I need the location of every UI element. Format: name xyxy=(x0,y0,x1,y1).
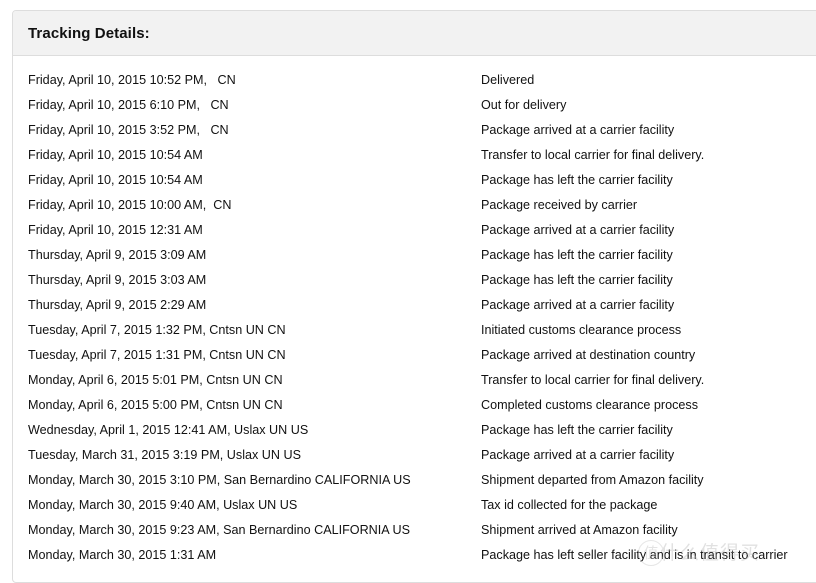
event-date: Friday, April 10, 2015 10:54 AM xyxy=(28,148,203,162)
tracking-event-row: Friday, April 10, 2015 10:54 AM Transfer … xyxy=(13,143,816,168)
tracking-event-row: Tuesday, April 7, 2015 1:32 PM, Cntsn UN… xyxy=(13,318,816,343)
event-date: Thursday, April 9, 2015 3:03 AM xyxy=(28,273,207,287)
tracking-event-row: Tuesday, April 7, 2015 1:31 PM, Cntsn UN… xyxy=(13,343,816,368)
tracking-event-row: Monday, March 30, 2015 1:31 AM Package ha… xyxy=(13,543,816,568)
tracking-event-row: Monday, March 30, 2015 9:40 AM, Uslax UN… xyxy=(13,493,816,518)
tracking-event-row: Wednesday, April 1, 2015 12:41 AM, Uslax… xyxy=(13,418,816,443)
event-date: Friday, April 10, 2015 10:00 AM, CN xyxy=(28,198,232,212)
event-date: Monday, March 30, 2015 3:10 PM, San Bern… xyxy=(28,473,411,487)
event-status: Package arrived at a carrier facility xyxy=(481,448,675,462)
tracking-event-row: Friday, April 10, 2015 6:10 PM, CN Out fo… xyxy=(13,93,816,118)
event-date: Tuesday, April 7, 2015 1:31 PM, Cntsn UN… xyxy=(28,348,286,362)
event-date: Tuesday, April 7, 2015 1:32 PM, Cntsn UN… xyxy=(28,323,286,337)
event-status: Package arrived at destination country xyxy=(481,348,696,362)
tracking-event-row: Friday, April 10, 2015 3:52 PM, CN Packag… xyxy=(13,118,816,143)
event-status: Package has left seller facility and is … xyxy=(481,548,788,562)
tracking-event-row: Monday, March 30, 2015 9:23 AM, San Bern… xyxy=(13,518,816,543)
tracking-event-row: Friday, April 10, 2015 10:00 AM, CN Packa… xyxy=(13,193,816,218)
event-date: Thursday, April 9, 2015 3:09 AM xyxy=(28,248,207,262)
event-status: Package arrived at a carrier facility xyxy=(481,298,675,312)
event-date: Friday, April 10, 2015 10:54 AM xyxy=(28,173,203,187)
event-date: Thursday, April 9, 2015 2:29 AM xyxy=(28,298,207,312)
event-status: Shipment arrived at Amazon facility xyxy=(481,523,678,537)
event-date: Friday, April 10, 2015 12:31 AM xyxy=(28,223,203,237)
event-status: Tax id collected for the package xyxy=(481,498,658,512)
event-status: Initiated customs clearance process xyxy=(481,323,682,337)
event-status: Package has left the carrier facility xyxy=(481,423,673,437)
event-date: Monday, March 30, 2015 9:23 AM, San Bern… xyxy=(28,523,410,537)
event-status: Package received by carrier xyxy=(481,198,638,212)
event-status: Package has left the carrier facility xyxy=(481,273,673,287)
event-status: Package has left the carrier facility xyxy=(481,173,673,187)
event-status: Package has left the carrier facility xyxy=(481,248,673,262)
event-date: Friday, April 10, 2015 6:10 PM, CN xyxy=(28,98,229,112)
event-status: Transfer to local carrier for final deli… xyxy=(481,373,705,387)
event-date: Monday, March 30, 2015 1:31 AM xyxy=(28,548,217,562)
event-status: Transfer to local carrier for final deli… xyxy=(481,148,705,162)
event-date: Wednesday, April 1, 2015 12:41 AM, Uslax… xyxy=(28,423,309,437)
event-date: Monday, April 6, 2015 5:00 PM, Cntsn UN … xyxy=(28,398,283,412)
tracking-event-row: Tuesday, March 31, 2015 3:19 PM, Uslax U… xyxy=(13,443,816,468)
event-date: Friday, April 10, 2015 10:52 PM, CN xyxy=(28,73,236,87)
event-date: Monday, April 6, 2015 5:01 PM, Cntsn UN … xyxy=(28,373,283,387)
event-status: Package arrived at a carrier facility xyxy=(481,123,675,137)
tracking-event-row: Monday, March 30, 2015 3:10 PM, San Bern… xyxy=(13,468,816,493)
tracking-event-row: Thursday, April 9, 2015 3:03 AM Package h… xyxy=(13,268,816,293)
event-date: Tuesday, March 31, 2015 3:19 PM, Uslax U… xyxy=(28,448,301,462)
tracking-event-row: Friday, April 10, 2015 12:31 AM Package a… xyxy=(13,218,816,243)
tracking-event-row: Monday, April 6, 2015 5:01 PM, Cntsn UN … xyxy=(13,368,816,393)
tracking-details-panel: Tracking Details: Friday, April 10, 2015… xyxy=(12,10,816,583)
event-status: Delivered xyxy=(481,73,535,87)
panel-header: Tracking Details: xyxy=(13,11,816,56)
tracking-event-row: Friday, April 10, 2015 10:54 AM Package h… xyxy=(13,168,816,193)
tracking-event-row: Monday, April 6, 2015 5:00 PM, Cntsn UN … xyxy=(13,393,816,418)
page-title: Tracking Details: xyxy=(28,24,150,42)
event-date: Monday, March 30, 2015 9:40 AM, Uslax UN… xyxy=(28,498,298,512)
event-status: Completed customs clearance process xyxy=(481,398,698,412)
tracking-event-row: Thursday, April 9, 2015 3:09 AM Package h… xyxy=(13,243,816,268)
tracking-event-row: Friday, April 10, 2015 10:52 PM, CN Deliv… xyxy=(13,68,816,93)
event-status: Out for delivery xyxy=(481,98,567,112)
event-date: Friday, April 10, 2015 3:52 PM, CN xyxy=(28,123,229,137)
tracking-events-list: Friday, April 10, 2015 10:52 PM, CN Deliv… xyxy=(13,56,816,582)
tracking-event-row: Thursday, April 9, 2015 2:29 AM Package a… xyxy=(13,293,816,318)
event-status: Shipment departed from Amazon facility xyxy=(481,473,704,487)
event-status: Package arrived at a carrier facility xyxy=(481,223,675,237)
